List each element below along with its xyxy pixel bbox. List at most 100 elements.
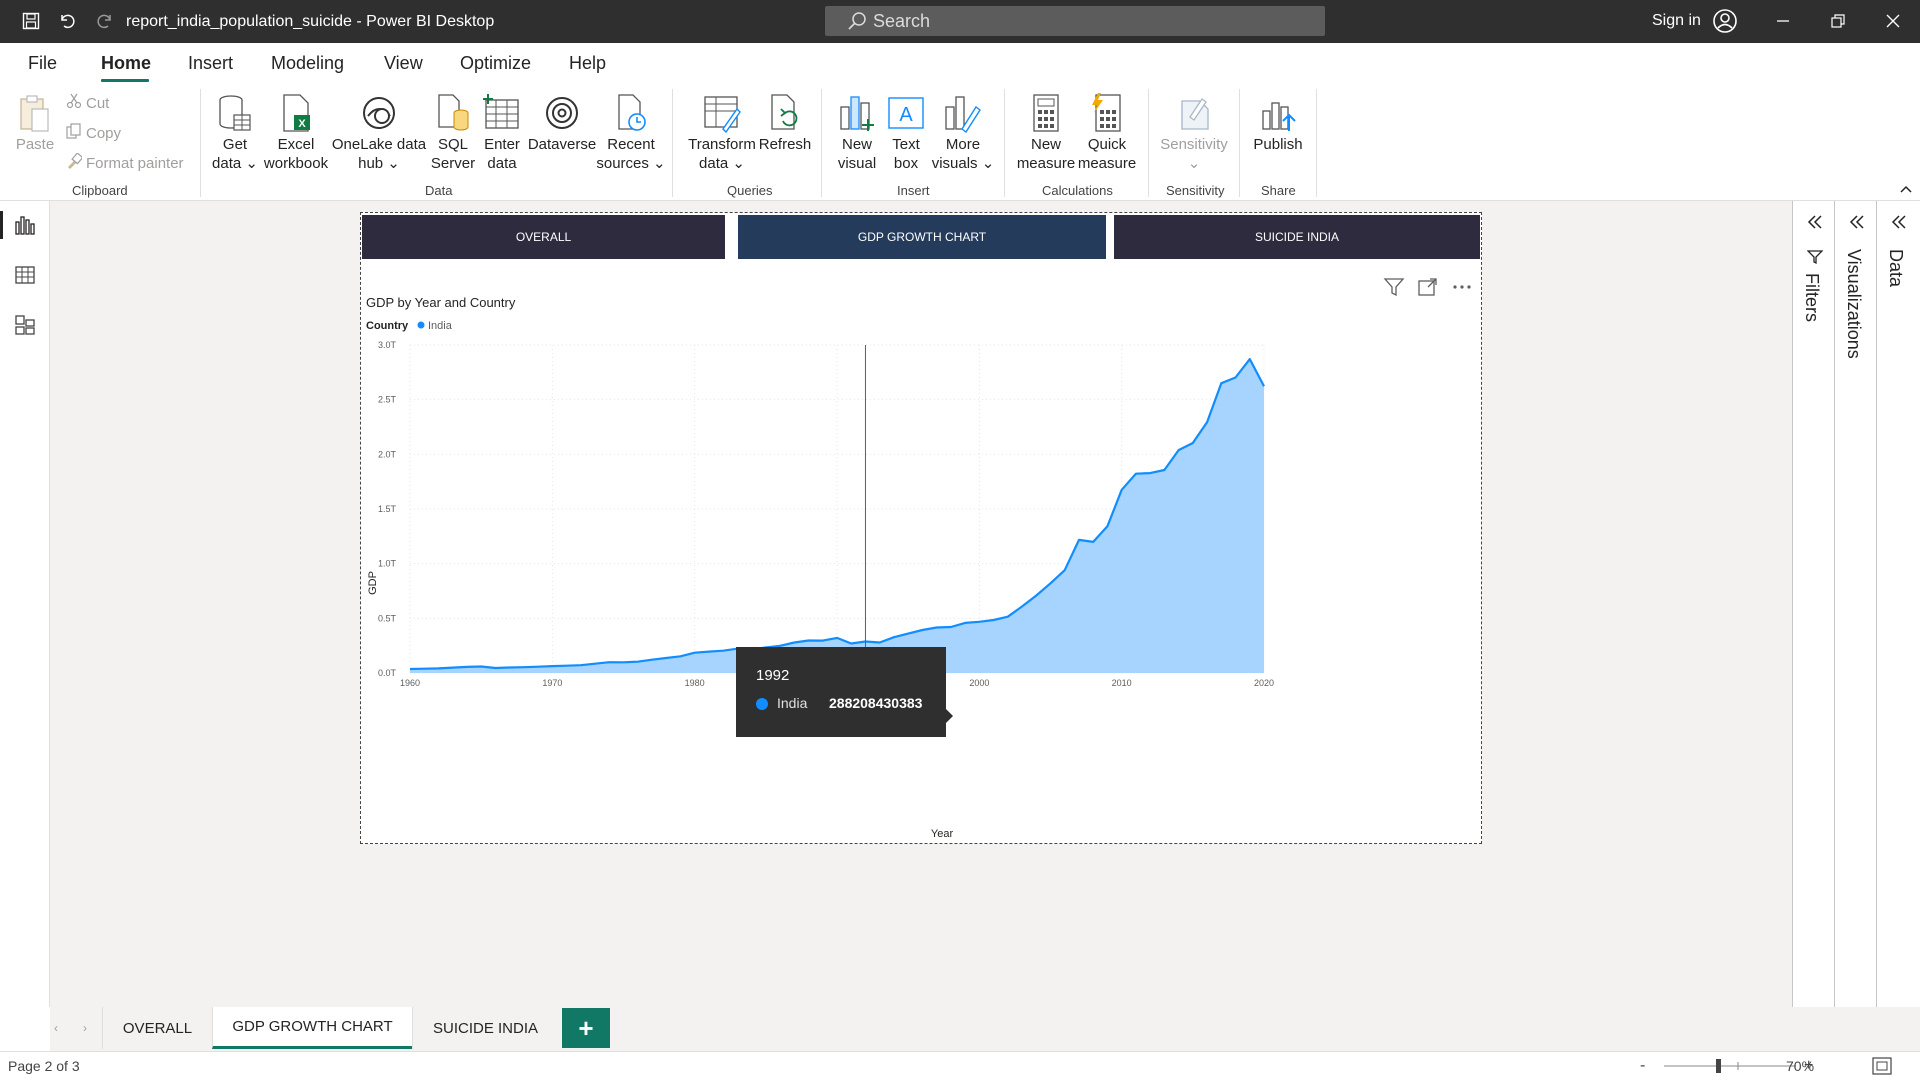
scroll-left-icon[interactable]: ‹ [54, 1021, 58, 1035]
recent-sources-button[interactable]: Recent sources ⌄ [596, 91, 666, 173]
quick-measure-label-2: measure [1077, 155, 1137, 172]
quick-measure-button[interactable]: Quick measure [1078, 91, 1136, 173]
publish-button[interactable]: Publish [1250, 91, 1306, 154]
x-tick-label: 2010 [1112, 678, 1132, 688]
svg-text:A: A [899, 104, 913, 126]
menu-modeling[interactable]: Modeling [271, 53, 344, 74]
database-icon [215, 91, 255, 135]
page-tab-gdp-growth-chart[interactable]: GDP GROWTH CHART [212, 1007, 412, 1049]
text-box-label-1: Text [892, 136, 920, 153]
save-icon[interactable] [20, 10, 42, 32]
gdp-area-chart[interactable]: GDP by Year and Country Country India GD… [362, 271, 1480, 841]
undo-icon[interactable] [56, 10, 78, 32]
filters-label: Filters [1802, 273, 1822, 322]
y-tick-label: 2.0T [378, 449, 397, 459]
y-tick-label: 2.5T [378, 395, 397, 405]
sign-in-link[interactable]: Sign in [1652, 12, 1701, 30]
menu-view[interactable]: View [384, 53, 423, 74]
text-box-button[interactable]: A Text box [886, 91, 926, 173]
nav-button-overall[interactable]: OVERALL [362, 215, 725, 259]
legend-marker-india [417, 321, 425, 329]
cut-icon [66, 93, 82, 113]
visualizations-pane[interactable]: Visualizations [1834, 201, 1876, 1007]
paste-button[interactable]: Paste [14, 91, 56, 154]
sql-label-1: SQL [437, 136, 468, 153]
onelake-label-1: OneLake data [331, 136, 427, 153]
cut-button[interactable]: Cut [66, 93, 109, 113]
new-visual-icon [837, 91, 877, 135]
ribbon-separator [1004, 89, 1005, 197]
chart-title: GDP by Year and Country [366, 295, 516, 310]
zoom-slider[interactable] [1660, 1056, 1800, 1076]
expand-filters-icon[interactable] [1805, 213, 1823, 236]
copy-button[interactable]: Copy [66, 123, 121, 143]
x-tick-label: 2020 [1254, 678, 1274, 688]
get-data-button[interactable]: Get data ⌄ [212, 91, 258, 173]
sensitivity-button[interactable]: Sensitivity ⌄ [1158, 91, 1230, 173]
title-bar: report_india_population_suicide - Power … [0, 0, 1920, 43]
data-pane[interactable]: Data [1876, 201, 1920, 1007]
close-button[interactable] [1878, 8, 1908, 34]
menu-bar: File Home Insert Modeling View Optimize … [0, 43, 1920, 83]
onelake-hub-button[interactable]: OneLake data hub ⌄ [331, 91, 427, 173]
expand-visualizations-icon[interactable] [1847, 213, 1865, 236]
scroll-right-icon[interactable]: › [83, 1021, 87, 1035]
refresh-label: Refresh [758, 136, 812, 153]
transform-data-icon [702, 91, 742, 135]
nav-button-suicide-india[interactable]: SUICIDE INDIA [1114, 215, 1480, 259]
chevron-down-icon: ⌄ [383, 155, 400, 172]
model-view-icon[interactable] [13, 313, 37, 337]
expand-data-icon[interactable] [1889, 213, 1907, 236]
transform-label-1: Transform [688, 136, 756, 153]
minimize-button[interactable] [1768, 8, 1798, 34]
excel-workbook-button[interactable]: X Excel workbook [262, 91, 330, 173]
report-view-icon[interactable] [13, 213, 37, 237]
refresh-button[interactable]: Refresh [758, 91, 812, 154]
legend-title: Country [366, 320, 409, 332]
page-tabs-bar: ‹ › OVERALL GDP GROWTH CHART SUICIDE IND… [50, 1007, 1920, 1051]
more-visuals-button[interactable]: More visuals ⌄ [932, 91, 994, 173]
new-visual-button[interactable]: New visual [834, 91, 880, 173]
menu-insert[interactable]: Insert [188, 53, 233, 74]
restore-button[interactable] [1823, 8, 1853, 34]
account-icon[interactable] [1712, 8, 1738, 34]
collapse-ribbon-icon[interactable] [1898, 181, 1914, 197]
zoom-percent[interactable]: 70% [1786, 1058, 1814, 1074]
filters-pane[interactable]: Filters [1792, 201, 1834, 1007]
new-measure-button[interactable]: New measure [1016, 91, 1076, 173]
page-tab-overall[interactable]: OVERALL [102, 1007, 212, 1049]
enter-data-button[interactable]: Enter data [480, 91, 524, 173]
ribbon-separator [821, 89, 822, 197]
fit-to-page-icon[interactable] [1872, 1057, 1892, 1080]
report-page[interactable]: OVERALL GDP GROWTH CHART SUICIDE INDIA G… [360, 212, 1482, 844]
redo-icon[interactable] [94, 10, 116, 32]
group-clipboard: Clipboard [72, 183, 128, 198]
menu-optimize[interactable]: Optimize [460, 53, 531, 74]
table-view-icon[interactable] [13, 263, 37, 287]
menu-home[interactable]: Home [101, 53, 151, 74]
page-indicator: Page 2 of 3 [8, 1058, 80, 1074]
menu-file[interactable]: File [28, 53, 57, 74]
quick-measure-label-1: Quick [1087, 136, 1127, 153]
chevron-down-icon: ⌄ [241, 155, 258, 172]
format-painter-button[interactable]: Format painter [66, 152, 184, 173]
page-tab-suicide-india[interactable]: SUICIDE INDIA [412, 1007, 558, 1049]
excel-label-1: Excel [277, 136, 315, 153]
copy-icon [66, 123, 82, 143]
excel-label-2: workbook [263, 155, 329, 172]
add-page-button[interactable]: + [562, 1008, 610, 1048]
data-label: Data [1886, 249, 1906, 288]
enter-data-label-1: Enter [484, 136, 520, 153]
nav-button-gdp-growth-chart[interactable]: GDP GROWTH CHART [738, 215, 1106, 259]
text-box-icon: A [886, 91, 926, 135]
sql-label-2: Server [430, 155, 476, 172]
dataverse-button[interactable]: Dataverse [528, 91, 596, 154]
sql-server-button[interactable]: SQL Server [430, 91, 476, 173]
search-box[interactable]: Search [825, 6, 1325, 36]
y-tick-label: 0.5T [378, 613, 397, 623]
menu-help[interactable]: Help [569, 53, 606, 74]
ribbon-separator [200, 89, 201, 197]
zoom-out-button[interactable]: - [1640, 1057, 1656, 1075]
recent-label-2: sources [596, 155, 649, 172]
transform-data-button[interactable]: Transform data ⌄ [686, 91, 758, 173]
